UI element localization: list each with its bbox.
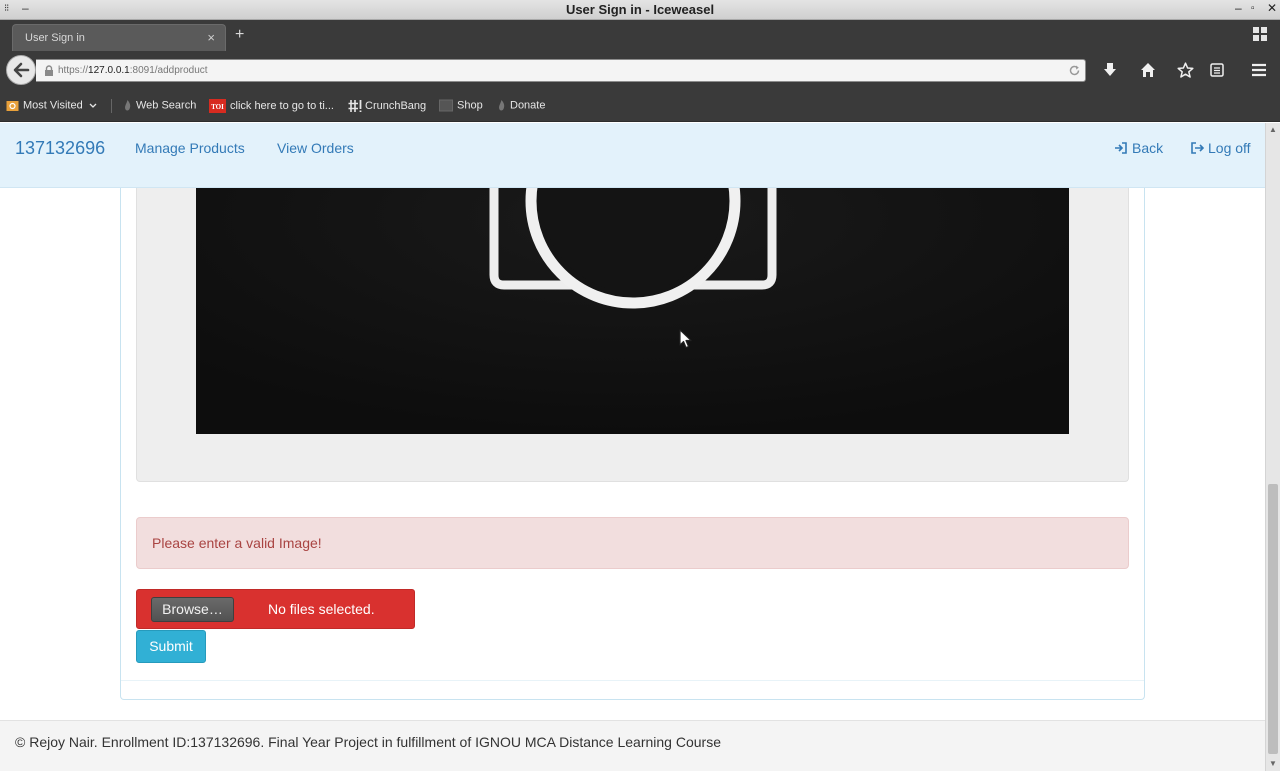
bookmarks-separator	[111, 99, 112, 113]
page-viewport[interactable]: 137132696 Manage Products View Orders Ba…	[0, 123, 1265, 771]
bookmark-label: Web Search	[136, 99, 197, 112]
page-scrollbar[interactable]: ▲ ▼	[1265, 123, 1280, 771]
url-path: :8091/addproduct	[129, 65, 208, 76]
window-titlebar: ⁝⁝ – User Sign in - Iceweasel – ▫ ✕	[0, 0, 1280, 20]
scroll-down-icon[interactable]: ▼	[1269, 759, 1277, 768]
maximize-icon[interactable]: ▫	[1251, 3, 1255, 14]
bookmark-label: Most Visited	[23, 99, 83, 112]
tab-groups-icon[interactable]	[1252, 26, 1268, 42]
tab-bar: User Sign in × +	[0, 20, 1280, 51]
tab-label: User Sign in	[25, 32, 85, 44]
nav-manage-products[interactable]: Manage Products	[135, 140, 245, 156]
footer-text: © Rejoy Nair. Enrollment ID:137132696. F…	[15, 734, 721, 750]
file-status-text: No files selected.	[268, 601, 375, 617]
scroll-up-icon[interactable]: ▲	[1269, 125, 1277, 134]
back-button[interactable]	[6, 55, 36, 85]
back-link[interactable]: Back	[1114, 140, 1163, 156]
lock-icon	[45, 65, 53, 76]
sign-in-icon	[1115, 142, 1127, 154]
app-navbar: 137132696 Manage Products View Orders Ba…	[0, 123, 1265, 188]
bookmark-shop[interactable]: Shop	[439, 99, 483, 112]
chevron-down-icon	[89, 103, 97, 108]
file-input[interactable]: Browse… No files selected.	[136, 589, 415, 629]
scrollbar-thumb[interactable]	[1268, 484, 1278, 754]
url-host: 127.0.0.1	[88, 65, 130, 76]
bookmark-star-icon[interactable]	[1177, 62, 1194, 79]
bookmark-label: Donate	[510, 99, 546, 112]
bookmark-toi[interactable]: TOI click here to go to ti...	[209, 99, 334, 113]
brand-link[interactable]: 137132696	[15, 138, 105, 159]
logoff-link-label: Log off	[1208, 140, 1251, 156]
svg-text:TOI: TOI	[211, 103, 224, 111]
nav-view-orders[interactable]: View Orders	[277, 140, 354, 156]
home-icon[interactable]	[1140, 62, 1156, 78]
panel-divider	[121, 680, 1144, 681]
url-scheme: https://	[58, 65, 89, 76]
url-text: https://127.0.0.1:8091/addproduct	[58, 65, 208, 76]
shop-icon	[439, 99, 453, 112]
flame-icon	[499, 100, 505, 111]
alert-message: Please enter a valid Image!	[152, 535, 322, 551]
back-link-label: Back	[1132, 140, 1164, 156]
bookmarks-bar: Most Visited Web Search TOI click here t…	[0, 89, 1280, 122]
navigation-bar: https://127.0.0.1:8091/addproduct	[0, 51, 1280, 89]
validation-alert: Please enter a valid Image!	[136, 517, 1129, 569]
reading-list-icon[interactable]	[1209, 62, 1225, 78]
submit-button[interactable]: Submit	[136, 630, 206, 663]
menu-icon[interactable]	[1251, 62, 1267, 78]
minimize-icon[interactable]: –	[1235, 1, 1242, 15]
bookmark-label: click here to go to ti...	[230, 99, 334, 112]
tab-close-icon[interactable]: ×	[207, 30, 215, 45]
back-arrow-icon	[13, 62, 30, 78]
flame-icon	[125, 100, 131, 111]
new-tab-icon[interactable]: +	[235, 26, 244, 44]
reload-icon[interactable]	[1068, 64, 1081, 77]
url-bar[interactable]: https://127.0.0.1:8091/addproduct	[36, 59, 1086, 82]
folder-icon	[6, 101, 19, 111]
toi-icon: TOI	[209, 99, 226, 113]
bookmark-label: Shop	[457, 99, 483, 112]
bookmark-label: CrunchBang	[365, 99, 427, 112]
bookmark-crunchbang[interactable]: CrunchBang	[348, 99, 426, 113]
download-icon[interactable]	[1102, 62, 1118, 78]
sign-out-icon	[1191, 142, 1204, 154]
bookmark-web-search[interactable]: Web Search	[123, 99, 196, 112]
close-window-icon[interactable]: ✕	[1267, 1, 1277, 15]
crunchbang-icon	[348, 100, 362, 112]
window-title: User Sign in - Iceweasel	[565, 2, 715, 17]
bookmark-donate[interactable]: Donate	[497, 99, 545, 112]
page-footer: © Rejoy Nair. Enrollment ID:137132696. F…	[0, 720, 1265, 771]
logoff-link[interactable]: Log off	[1190, 140, 1251, 156]
tab-user-sign-in[interactable]: User Sign in ×	[12, 24, 226, 51]
bookmark-most-visited[interactable]: Most Visited	[6, 99, 97, 112]
mouse-cursor-icon	[679, 329, 692, 349]
browse-button[interactable]: Browse…	[151, 597, 234, 622]
